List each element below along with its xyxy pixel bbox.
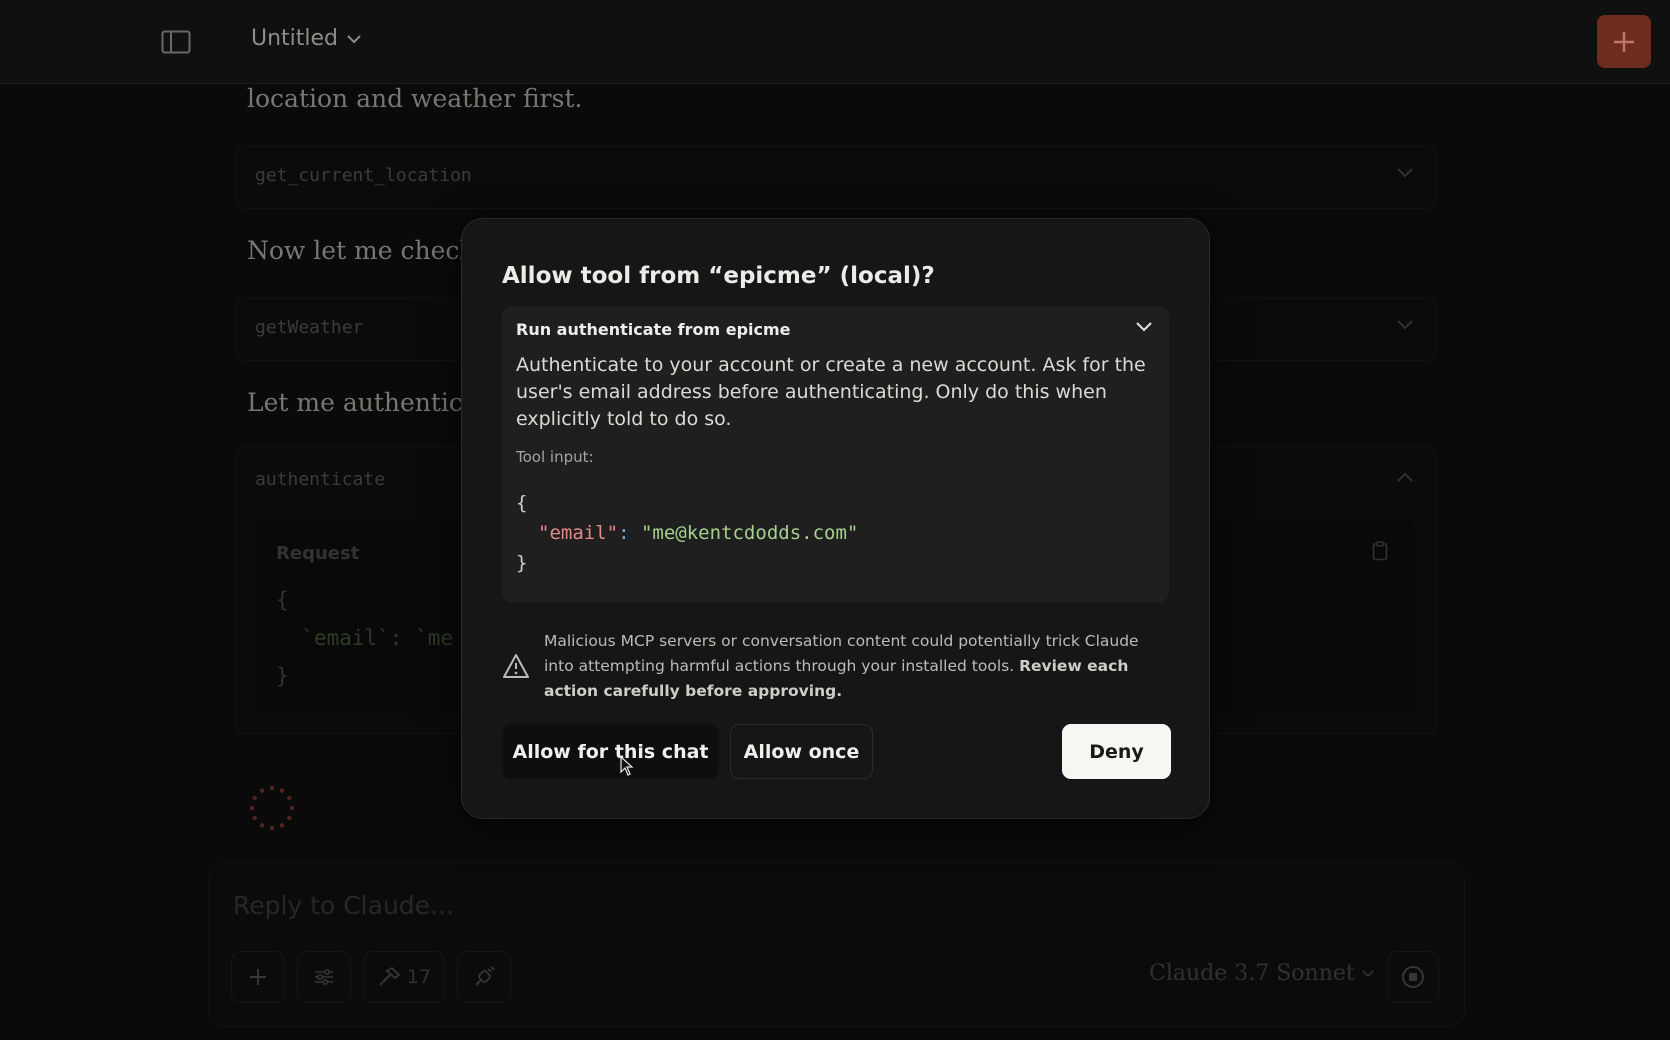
allow-for-chat-button[interactable]: Allow for this chat bbox=[502, 724, 719, 779]
mouse-cursor-icon bbox=[620, 756, 634, 776]
chat-title-dropdown[interactable]: Untitled bbox=[251, 26, 362, 51]
code-value: "me@kentcdodds.com" bbox=[640, 522, 859, 544]
new-chat-button[interactable] bbox=[1597, 15, 1651, 68]
sidebar-toggle-icon[interactable] bbox=[160, 28, 192, 56]
code-brace: { bbox=[516, 492, 528, 514]
code-line: "email": "me@kentcdodds.com" bbox=[516, 518, 1156, 548]
tool-input-code: { "email": "me@kentcdodds.com" } bbox=[516, 488, 1156, 578]
security-warning: Malicious MCP servers or conversation co… bbox=[502, 629, 1169, 705]
code-colon: : bbox=[618, 522, 630, 544]
chevron-down-icon bbox=[347, 34, 361, 43]
chat-title: Untitled bbox=[251, 26, 339, 51]
warning-text: Malicious MCP servers or conversation co… bbox=[544, 629, 1169, 704]
tool-detail-header[interactable]: Run authenticate from epicme bbox=[516, 320, 791, 339]
tool-permission-dialog: Allow tool from “epicme” (local)? Run au… bbox=[461, 218, 1210, 819]
code-brace: } bbox=[516, 552, 528, 574]
warning-icon bbox=[503, 654, 529, 678]
plus-icon bbox=[1614, 31, 1634, 52]
allow-once-button[interactable]: Allow once bbox=[730, 724, 873, 779]
deny-button[interactable]: Deny bbox=[1062, 724, 1171, 779]
chevron-down-icon[interactable] bbox=[1135, 320, 1153, 332]
code-key: "email" bbox=[538, 522, 619, 544]
tool-input-label: Tool input: bbox=[516, 448, 594, 466]
tool-description: Authenticate to your account or create a… bbox=[516, 354, 1146, 430]
tool-detail-panel: Run authenticate from epicme Authenticat… bbox=[502, 306, 1169, 602]
dialog-title: Allow tool from “epicme” (local)? bbox=[502, 263, 935, 289]
top-bar: Untitled bbox=[0, 0, 1670, 84]
